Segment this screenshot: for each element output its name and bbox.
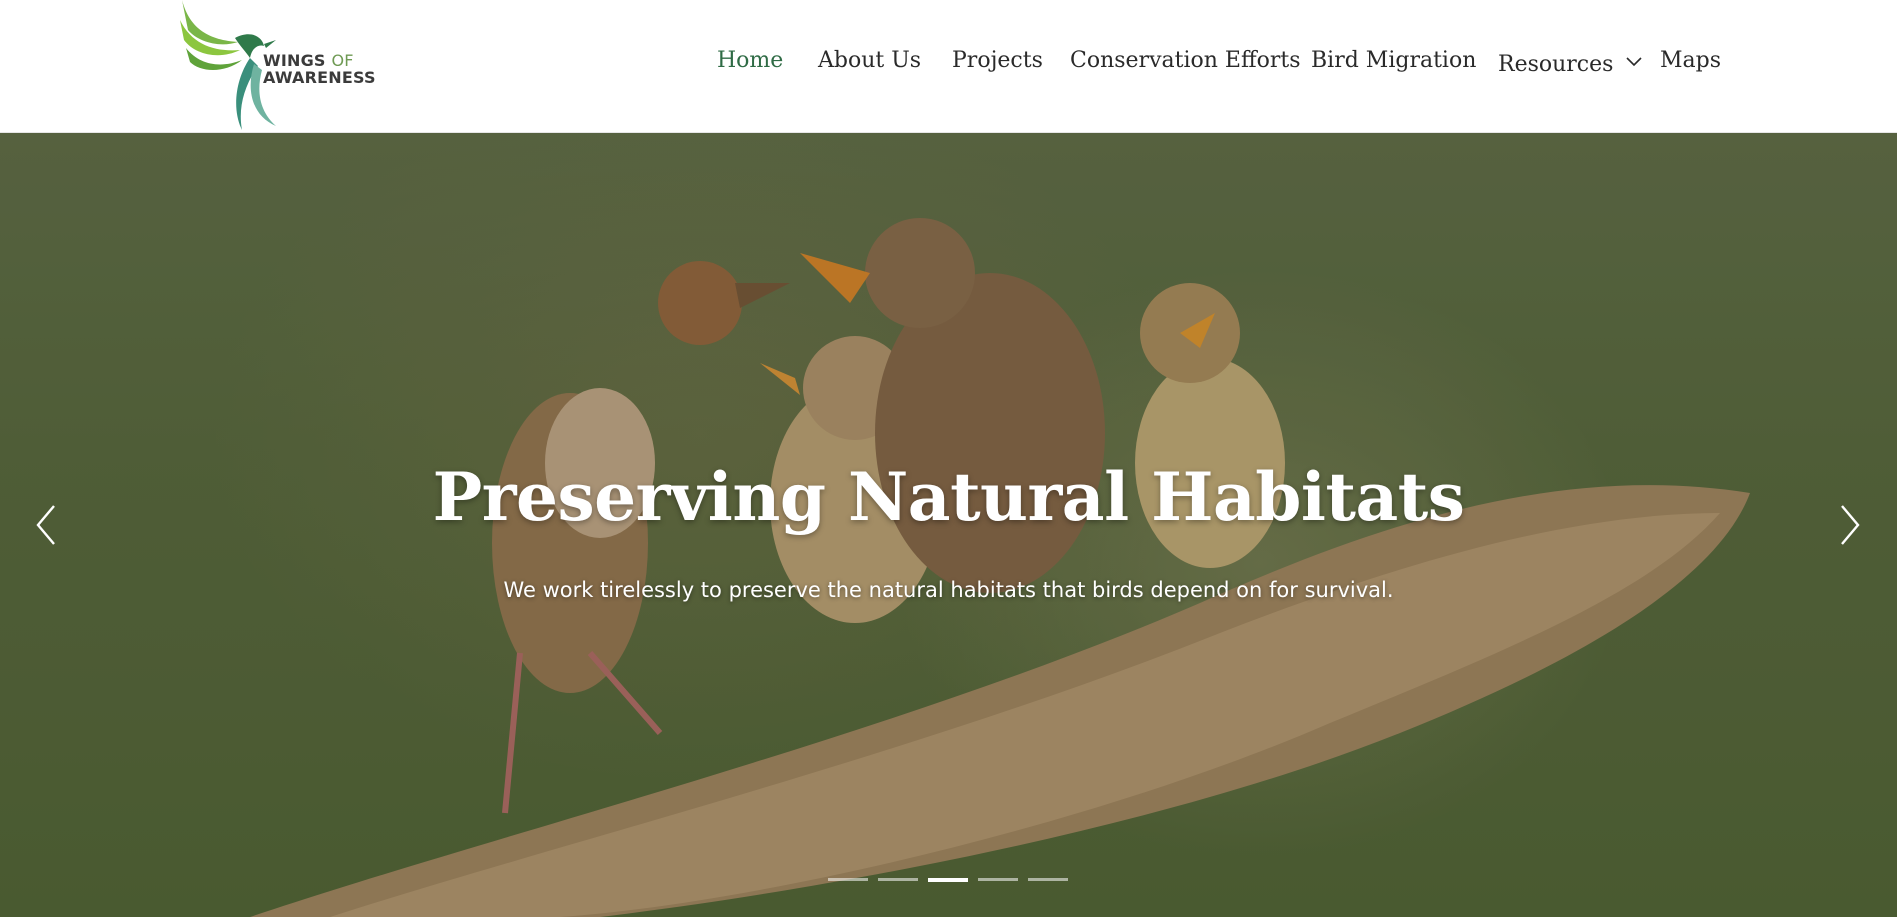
site-header: WINGS OF AWARENESS Home About Us Project…	[0, 0, 1897, 133]
slide-indicator-1[interactable]	[828, 878, 868, 881]
slide-title: Preserving Natural Habitats	[432, 458, 1465, 536]
slide-description: We work tirelessly to preserve the natur…	[503, 578, 1394, 602]
nav-conservation-efforts[interactable]: Conservation Efforts	[1070, 48, 1300, 73]
nav-resources-label: Resources	[1498, 52, 1614, 77]
slide-indicator-3[interactable]	[928, 878, 968, 882]
hero-slider: Preserving Natural Habitats We work tire…	[0, 133, 1897, 917]
slide-indicator-2[interactable]	[878, 878, 918, 881]
nav-maps[interactable]: Maps	[1660, 48, 1721, 73]
slide-indicator-4[interactable]	[978, 878, 1018, 881]
main-nav: Home About Us Projects Conservation Effo…	[0, 48, 1897, 82]
nav-home[interactable]: Home	[717, 48, 783, 73]
nav-resources[interactable]: Resources	[1498, 48, 1643, 77]
nav-bird-migration[interactable]: Bird Migration	[1311, 48, 1476, 73]
slide-indicator-5[interactable]	[1028, 878, 1068, 881]
nav-projects[interactable]: Projects	[952, 48, 1043, 73]
nav-about-us[interactable]: About Us	[818, 48, 921, 73]
chevron-down-icon	[1626, 48, 1643, 73]
